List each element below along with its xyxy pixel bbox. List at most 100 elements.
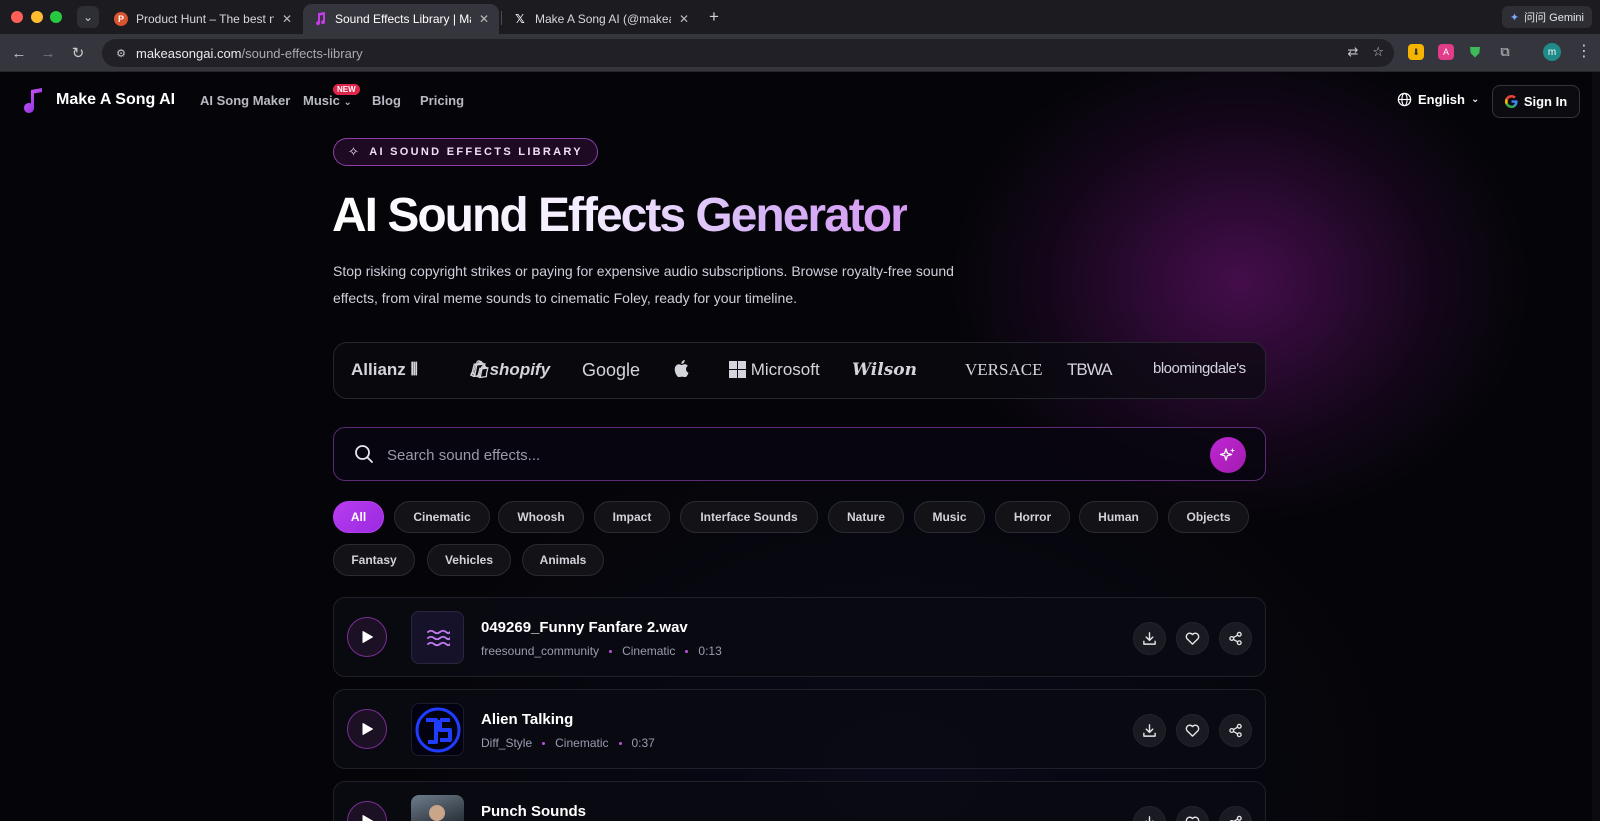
sound-row: Alien Talking Diff_Style Cinematic 0:37 [333,689,1266,769]
search-icon [355,445,373,463]
search-input[interactable] [387,442,1167,468]
brand-name[interactable]: Make A Song AI [56,91,175,109]
address-bar[interactable]: ⚙ makeasongai.com/sound-effects-library … [102,39,1394,67]
play-icon [362,815,373,821]
category-chip-music[interactable]: Music [914,501,985,533]
url-text: makeasongai.com/sound-effects-library [136,45,363,61]
download-button[interactable] [1133,622,1166,655]
site-settings-icon[interactable]: ⚙ [112,44,130,62]
ai-search-button[interactable] [1210,437,1246,473]
separator-dot [609,649,613,653]
heart-icon [1185,632,1200,645]
arrow-right-icon: → [40,44,56,62]
music-note-favicon-icon [313,12,327,26]
music-note-logo-icon[interactable] [22,88,44,114]
maximize-window-button[interactable] [50,11,62,23]
sound-thumbnail [411,703,464,756]
reload-button[interactable]: ↻ [67,42,89,64]
sound-title[interactable]: Alien Talking [481,711,573,728]
close-tab-icon[interactable]: ✕ [479,12,489,26]
nav-blog[interactable]: Blog [372,93,401,108]
separator-dot [542,741,546,745]
category-chip-impact[interactable]: Impact [594,501,670,533]
download-icon [1143,632,1156,645]
download-button[interactable] [1133,806,1166,821]
microsoft-windows-icon [729,361,746,378]
back-button[interactable]: ← [8,42,30,64]
close-tab-icon[interactable]: ✕ [282,12,292,26]
play-button[interactable] [347,801,387,821]
google-g-icon [1504,95,1518,108]
brand-allianz-logo: Allianz ⦀ [351,360,419,379]
favorite-button[interactable] [1176,806,1209,821]
favorite-button[interactable] [1176,714,1209,747]
chevron-down-icon: ⌄ [82,10,94,24]
section-tag: ✧ AI SOUND EFFECTS LIBRARY [333,138,598,166]
globe-icon [1397,92,1412,107]
share-button[interactable] [1219,806,1252,821]
profile-avatar[interactable]: m [1543,43,1561,61]
nav-music[interactable]: Music ⌄ [303,93,352,108]
share-button[interactable] [1219,622,1252,655]
product-hunt-favicon-icon: P [114,12,128,26]
puzzle-extensions-icon[interactable]: ⧉ [1497,44,1513,60]
arrow-left-icon: ← [11,44,27,62]
chevron-down-icon: ⌄ [343,97,352,108]
sparkles-icon [1220,448,1235,461]
reload-icon: ↻ [71,45,85,62]
page-scrollbar[interactable] [1592,72,1600,821]
play-button[interactable] [347,709,387,749]
download-extension-icon[interactable]: ⬇ [1408,44,1424,60]
shield-extension-icon[interactable]: ⛊ [1467,44,1483,60]
category-chip-animals[interactable]: Animals [522,544,604,576]
translate-icon[interactable]: ⇄ [1347,44,1358,60]
category-chip-interface-sounds[interactable]: Interface Sounds [680,501,818,533]
category-chip-nature[interactable]: Nature [828,501,904,533]
share-button[interactable] [1219,714,1252,747]
bookmark-star-icon[interactable]: ☆ [1372,44,1384,60]
forward-button[interactable]: → [37,42,59,64]
tab-twitter-profile[interactable]: 𝕏 Make A Song AI (@makeasong ✕ [503,4,699,34]
more-menu-icon[interactable]: ⋮ [1576,42,1592,62]
gemini-button[interactable]: ✦ 问问 Gemini [1501,6,1592,28]
translate-extension-icon[interactable]: A [1438,44,1454,60]
close-window-button[interactable] [11,11,23,23]
sound-duration: 0:37 [631,736,655,750]
x-logo-favicon-icon: 𝕏 [515,12,525,26]
tab-search-button[interactable]: ⌄ [77,6,99,28]
brand-bloomingdales-logo: bloomingdale's [1153,360,1246,377]
minimize-window-button[interactable] [31,11,43,23]
close-tab-icon[interactable]: ✕ [679,12,689,26]
download-button[interactable] [1133,714,1166,747]
site-header: Make A Song AI AI Song Maker Music ⌄ NEW… [0,72,1592,130]
new-tab-button[interactable]: + [703,6,725,28]
heart-icon [1185,816,1200,821]
tab-product-hunt[interactable]: P Product Hunt – The best new ✕ [104,4,302,34]
gemini-sparkle-icon: ✦ [1509,11,1520,24]
nav-ai-song-maker[interactable]: AI Song Maker [200,93,290,108]
favorite-button[interactable] [1176,622,1209,655]
page-title: AI Sound Effects Generator [332,189,909,242]
category-chip-horror[interactable]: Horror [995,501,1070,533]
category-chip-fantasy[interactable]: Fantasy [333,544,415,576]
language-selector[interactable]: English ⌄ [1397,92,1479,107]
sign-in-button[interactable]: Sign In [1492,85,1580,118]
tab-sound-effects-library[interactable]: Sound Effects Library | Make ✕ [303,4,499,34]
category-chip-all[interactable]: All [333,501,384,533]
page-content: Make A Song AI AI Song Maker Music ⌄ NEW… [0,72,1600,821]
sound-title[interactable]: Punch Sounds [481,803,586,820]
play-button[interactable] [347,617,387,657]
sound-category: Cinematic [555,736,609,750]
category-chip-cinematic[interactable]: Cinematic [394,501,490,533]
category-chip-objects[interactable]: Objects [1168,501,1249,533]
brand-tbwa-logo: TBWA [1067,360,1112,379]
category-chip-vehicles[interactable]: Vehicles [427,544,511,576]
sound-title[interactable]: 049269_Funny Fanfare 2.wav [481,619,688,636]
sound-author: freesound_community [481,644,600,658]
ds-logo-icon [415,707,460,752]
sound-thumbnail [411,611,464,664]
sound-thumbnail-photo [411,795,464,821]
category-chip-whoosh[interactable]: Whoosh [498,501,584,533]
nav-pricing[interactable]: Pricing [420,93,464,108]
category-chip-human[interactable]: Human [1079,501,1158,533]
